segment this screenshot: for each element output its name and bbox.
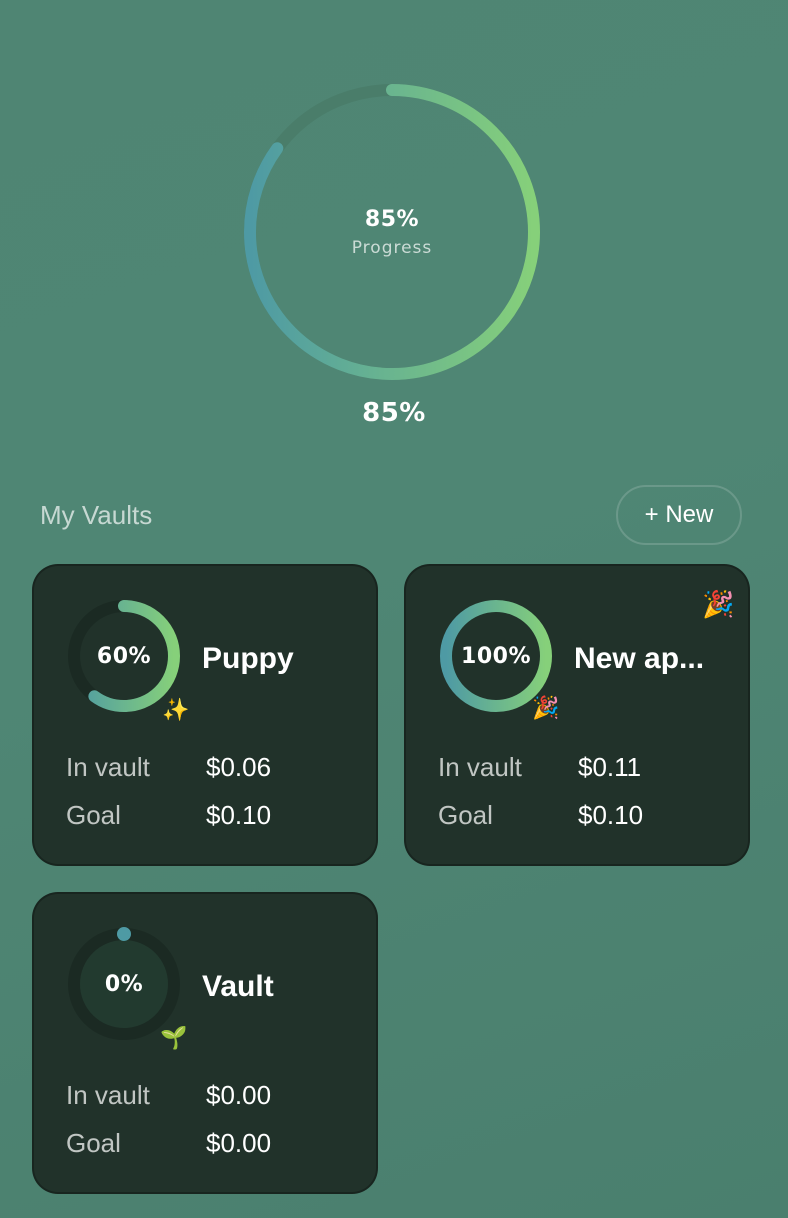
overall-progress-value: 85%: [362, 398, 426, 428]
goal-value: $0.10: [206, 800, 272, 830]
new-vault-button[interactable]: + New: [616, 485, 742, 545]
vault-name: Vault: [202, 970, 274, 1003]
goal-label: Goal: [66, 800, 121, 830]
party-popper-corner-icon: 🎉: [702, 590, 735, 620]
vault-name: Puppy: [202, 642, 294, 675]
overall-progress-caption: Progress: [351, 237, 433, 258]
in-vault-value: $0.11: [578, 752, 642, 782]
goal-value: $0.10: [578, 800, 644, 830]
vault-card-vault[interactable]: 0% 🌱 Vault In vault $0.00 Goal $0.00: [32, 892, 378, 1194]
in-vault-value: $0.06: [206, 752, 272, 782]
in-vault-value: $0.00: [206, 1080, 272, 1110]
goal-label: Goal: [66, 1128, 121, 1158]
in-vault-label: In vault: [438, 752, 522, 782]
in-vault-label: In vault: [66, 752, 150, 782]
vault-name: New ap...: [574, 642, 705, 675]
overall-progress-percent: 85%: [364, 206, 420, 232]
seedling-icon: 🌱: [160, 1026, 188, 1051]
in-vault-label: In vault: [66, 1080, 150, 1110]
vault-card-new-ap[interactable]: 100% 🎉 🎉 New ap... In vault $0.11 Goal $…: [404, 564, 750, 866]
sparkles-icon: ✨: [162, 698, 190, 723]
goal-value: $0.00: [206, 1128, 272, 1158]
goal-label: Goal: [438, 800, 493, 830]
party-popper-icon: 🎉: [532, 696, 560, 721]
overall-progress: 85% Progress 85%: [0, 0, 788, 460]
vault-card-puppy[interactable]: 60% ✨ Puppy In vault $0.06 Goal $0.10: [32, 564, 378, 866]
my-vaults-title: My Vaults: [40, 500, 153, 530]
